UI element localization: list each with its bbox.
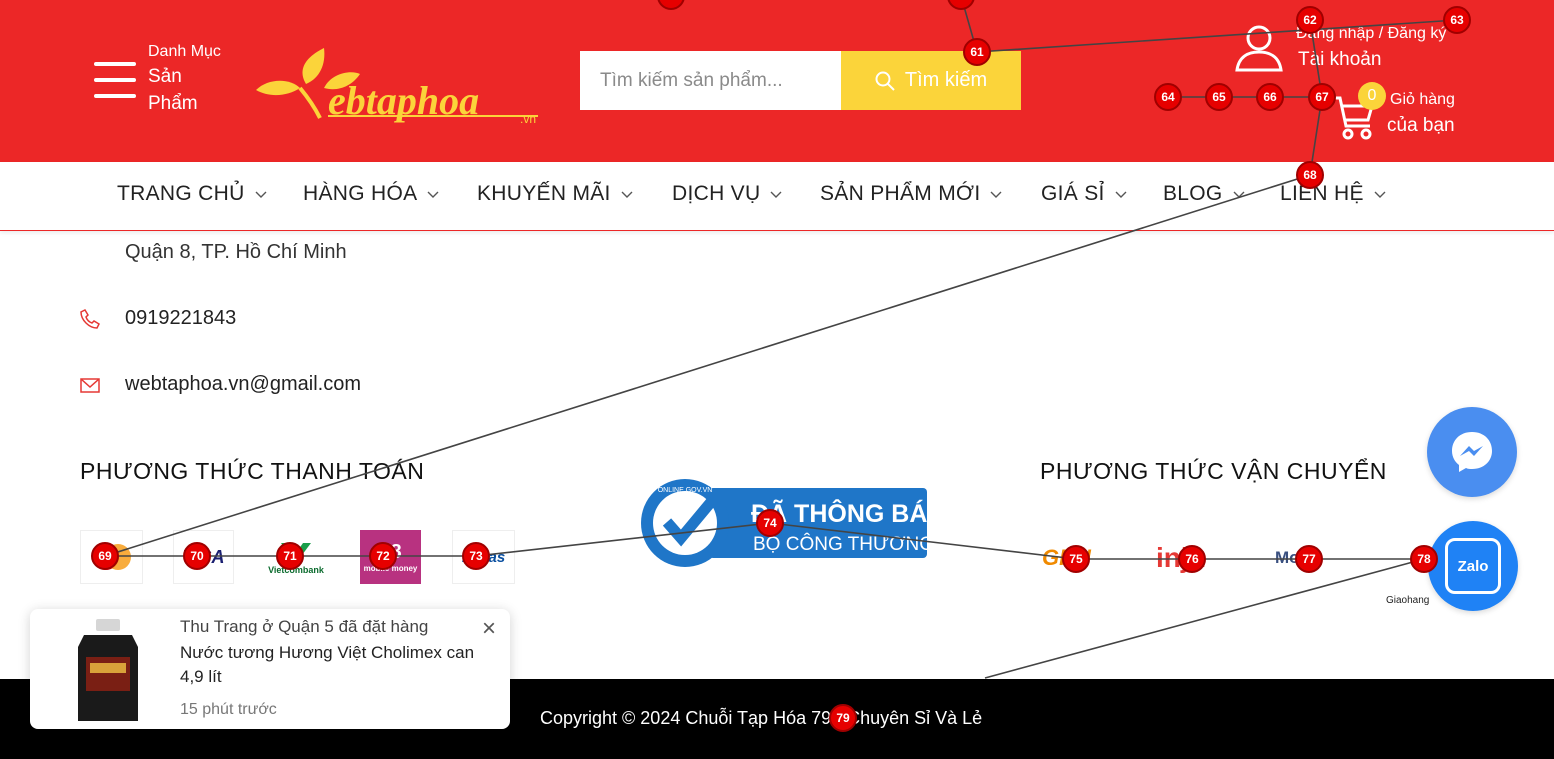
ahamove-label: Move	[1275, 548, 1319, 567]
phone-number: 0919221843	[125, 307, 237, 329]
nav-item-khuyen-mai[interactable]: KHUYẾN MÃI	[477, 182, 633, 206]
vietcombank-logo: Vietcombank	[262, 530, 330, 584]
mobile-money-logo: 88 mobile money	[360, 530, 421, 584]
messenger-icon	[1452, 432, 1492, 472]
nav-item-hang-hoa[interactable]: HÀNG HÓA	[303, 182, 439, 206]
messenger-button[interactable]	[1427, 407, 1517, 497]
gov-line1: ĐÃ THÔNG BÁO	[751, 498, 929, 528]
vietcombank-label: Vietcombank	[268, 565, 324, 575]
chevron-down-icon	[427, 191, 439, 198]
order-notification-toast[interactable]: Thu Trang ở Quận 5 đã đặt hàng Nước tươn…	[30, 609, 510, 729]
mobile-money-mark: 88	[379, 541, 402, 563]
zalo-button[interactable]: Zalo	[1428, 521, 1518, 611]
address-line: Quận 8, TP. Hồ Chí Minh	[125, 241, 347, 263]
top-header: Danh Mục Sản Phẩm ebtaphoa .vn Tìm kiếm …	[0, 0, 1554, 162]
mail-icon	[80, 377, 100, 393]
payment-title: PHƯƠNG THỨC THANH TOÁN	[80, 458, 425, 484]
main-nav: TRANG CHỦ HÀNG HÓA KHUYẾN MÃI DỊCH VỤ SẢ…	[0, 162, 1554, 231]
category-label-big2: Phẩm	[148, 93, 198, 114]
nav-label: DỊCH VỤ	[672, 182, 761, 205]
email-row[interactable]: webtaphoa.vn@gmail.com	[79, 373, 361, 396]
ninja-mark: inja	[1156, 542, 1205, 573]
category-label-small: Danh Mục	[148, 43, 221, 60]
cart-label-2: của bạn	[1387, 115, 1455, 136]
shipping-title: PHƯƠNG THỨC VẬN CHUYỂN	[1040, 458, 1387, 484]
search-icon	[875, 71, 895, 91]
napas-logo: napas	[452, 530, 515, 584]
nav-item-dich-vu[interactable]: DỊCH VỤ	[672, 182, 782, 206]
giaohang-logo: Giaohang	[1386, 594, 1430, 606]
category-menu-label[interactable]: Danh Mục Sản Phẩm	[148, 42, 221, 118]
cart-count-badge: 0	[1358, 82, 1386, 110]
toast-time: 15 phút trước	[180, 701, 277, 718]
chevron-down-icon	[990, 191, 1002, 198]
nav-item-trang-chu[interactable]: TRANG CHỦ	[117, 182, 267, 206]
user-icon	[1235, 25, 1283, 72]
svg-text:.vn: .vn	[520, 112, 536, 124]
cart-label-1: Giỏ hàng	[1390, 91, 1455, 108]
ghn-logo: GHN	[1042, 532, 1120, 584]
toast-customer-line: Thu Trang ở Quận 5 đã đặt hàng	[180, 617, 429, 636]
mobile-money-label: mobile money	[363, 564, 418, 573]
phone-row[interactable]: 0919221843	[79, 307, 236, 330]
category-label-big1: Sản	[148, 66, 182, 87]
visa-logo: VISA	[173, 530, 234, 584]
search-input[interactable]	[580, 51, 841, 110]
account-link[interactable]: Đăng nhập / Đăng ký Tài khoản	[1233, 22, 1473, 78]
email-address: webtaphoa.vn@gmail.com	[125, 373, 361, 395]
nav-label: KHUYẾN MÃI	[477, 182, 611, 205]
cart-link[interactable]: 0 Giỏ hàng của bạn	[1330, 82, 1470, 142]
search-box: Tìm kiếm	[580, 51, 1021, 110]
nav-item-gia-si[interactable]: GIÁ SỈ	[1041, 182, 1127, 206]
account-label: Tài khoản	[1298, 49, 1382, 70]
search-button-label: Tìm kiếm	[904, 69, 988, 91]
vietcombank-icon	[281, 543, 311, 563]
mastercard-logo	[80, 530, 143, 584]
chevron-down-icon	[770, 191, 782, 198]
nav-label: LIÊN HỆ	[1280, 182, 1364, 205]
chevron-down-icon	[621, 191, 633, 198]
copyright-text: Copyright © 2024 Chuỗi Tạp Hóa 79 - Chuy…	[540, 708, 983, 728]
ahamove-logo: Move	[1275, 532, 1355, 584]
gov-registration-badge[interactable]: ONLINE.GOV.VN ĐÃ THÔNG BÁO BỘ CÔNG THƯƠN…	[639, 478, 929, 568]
search-button[interactable]: Tìm kiếm	[841, 51, 1021, 110]
login-register-link[interactable]: Đăng nhập / Đăng ký	[1296, 25, 1446, 43]
site-logo[interactable]: ebtaphoa .vn	[254, 44, 554, 124]
mastercard-icon	[92, 544, 131, 570]
zalo-icon: Zalo	[1445, 538, 1501, 594]
nav-label: BLOG	[1163, 182, 1223, 205]
gov-ring-text: ONLINE.GOV.VN	[658, 487, 713, 494]
menu-toggle-icon[interactable]	[94, 62, 138, 100]
nav-item-san-pham-moi[interactable]: SẢN PHẨM MỚI	[820, 182, 1002, 206]
chevron-down-icon	[1233, 191, 1245, 198]
ghn-mark: GHN	[1042, 545, 1091, 570]
product-image	[78, 619, 138, 721]
ninja-van-logo: inja	[1156, 532, 1238, 584]
toast-product-name[interactable]: Nước tương Hương Việt Cholimex can 4,9 l…	[180, 641, 480, 689]
nav-label: HÀNG HÓA	[303, 182, 418, 205]
phone-icon	[80, 308, 100, 329]
chevron-down-icon	[1115, 191, 1127, 198]
nav-label: SẢN PHẨM MỚI	[820, 182, 981, 205]
nav-label: TRANG CHỦ	[117, 182, 245, 205]
close-icon[interactable]: ×	[478, 617, 500, 641]
nav-item-blog[interactable]: BLOG	[1163, 182, 1245, 206]
nav-label: GIÁ SỈ	[1041, 182, 1105, 205]
chevron-down-icon	[255, 191, 267, 198]
chevron-down-icon	[1374, 191, 1386, 198]
nav-item-lien-he[interactable]: LIÊN HỆ	[1280, 182, 1386, 206]
gov-line2: BỘ CÔNG THƯƠNG	[753, 533, 929, 555]
